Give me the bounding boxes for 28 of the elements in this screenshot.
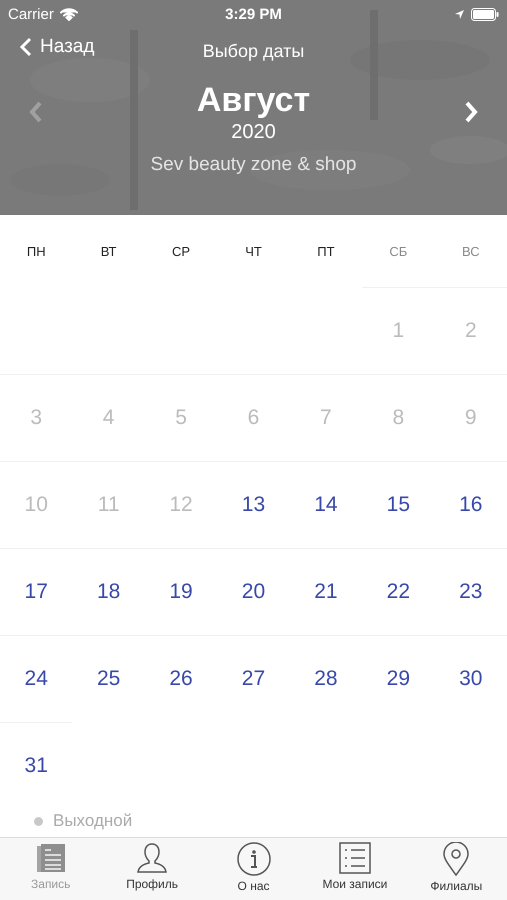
- person-icon: [136, 842, 168, 874]
- tab-item[interactable]: Филиалы: [406, 838, 507, 900]
- map-pin-icon: [443, 842, 470, 876]
- legend-label: Выходной: [53, 811, 132, 831]
- info-icon: [236, 842, 271, 876]
- list-icon: [338, 842, 371, 874]
- battery-icon: [470, 8, 499, 21]
- wifi-icon: [60, 8, 78, 21]
- weekday-label: ВТ: [100, 244, 116, 258]
- back-button[interactable]: Назад: [20, 36, 94, 58]
- weekday-label: ЧТ: [245, 244, 262, 258]
- weekday-label: ПТ: [317, 244, 335, 258]
- status-time: 3:29 PM: [225, 6, 282, 23]
- tab-item[interactable]: Профиль: [101, 838, 203, 900]
- carrier-label: Carrier: [8, 6, 54, 23]
- tab-item[interactable]: О нас: [202, 838, 304, 900]
- salon-name: Sev beauty zone & shop: [150, 154, 356, 176]
- month-name: Август: [196, 80, 310, 120]
- document-icon: [34, 842, 67, 874]
- tab-item[interactable]: Мои записи: [304, 838, 406, 900]
- chevron-left-icon: [20, 37, 32, 57]
- weekday-label: ВС: [462, 244, 480, 258]
- weekday-label: СР: [172, 244, 190, 258]
- year-label: 2020: [231, 120, 276, 144]
- weekday-label: СБ: [389, 244, 408, 258]
- screen-title: Выбор даты: [202, 40, 304, 62]
- weekday-label: ПН: [26, 244, 46, 258]
- location-icon: [454, 9, 465, 20]
